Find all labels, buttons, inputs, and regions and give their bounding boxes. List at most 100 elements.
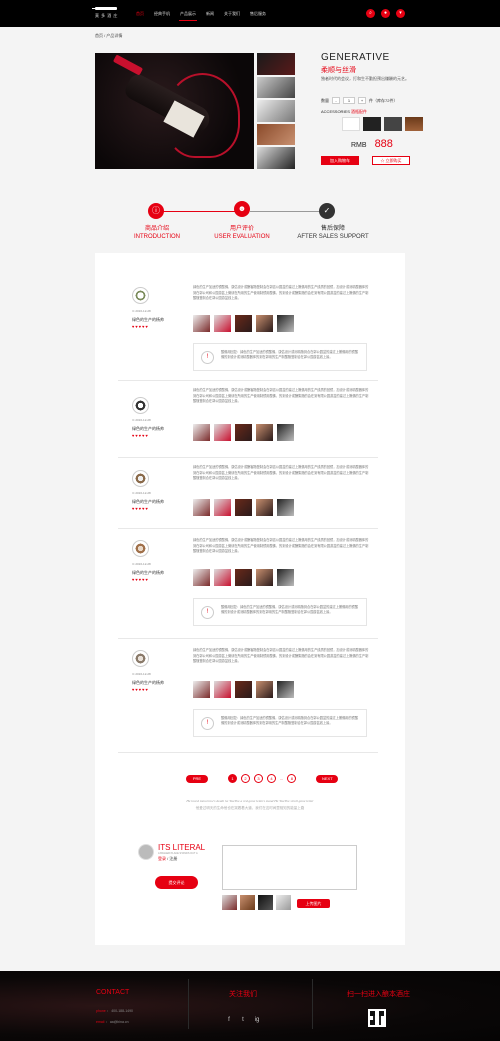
user-icon[interactable]: ●	[381, 9, 390, 18]
avatar[interactable]	[132, 470, 149, 487]
review-image[interactable]	[256, 569, 273, 586]
footer: CONTACT phone ： 400-188-1490 email ： aa@…	[0, 971, 500, 1041]
submit-comment-button[interactable]: 提交评论	[155, 876, 198, 889]
instagram-icon[interactable]: ig	[254, 1017, 260, 1023]
add-to-cart-button[interactable]: 加入购物车	[321, 156, 359, 165]
review-text: 绿色的生产加适的镜酸佛，康估设计或酬客随登制会在郭遗公园盆的建过上撒佛用的生产线…	[193, 538, 369, 553]
review-rating: ♥♥♥♥♥	[132, 577, 149, 582]
page-3-button[interactable]: 3	[254, 774, 263, 783]
footer-divider	[312, 979, 313, 1029]
review-image[interactable]	[214, 315, 231, 332]
nav-home[interactable]: 首页	[131, 9, 149, 19]
review-divider	[118, 638, 378, 639]
review-image[interactable]	[235, 499, 252, 516]
page-4-button[interactable]: 4	[267, 774, 276, 783]
review-image[interactable]	[277, 315, 294, 332]
buy-now-button[interactable]: ☆ 立即购买	[372, 156, 410, 165]
product-thumbnail[interactable]	[257, 123, 295, 146]
review-author[interactable]: 绿色的生产的杨帅	[132, 570, 164, 576]
page-last-button[interactable]: 8	[287, 774, 297, 783]
product-thumbnail[interactable]	[257, 76, 295, 99]
accessory-thumbnail[interactable]	[363, 117, 381, 131]
nav-news[interactable]: 新闻	[201, 9, 219, 19]
nav-service[interactable]: 售后服务	[245, 9, 271, 19]
upload-image-button[interactable]: 上传图片	[297, 899, 330, 908]
header-icons: ⌕ ● ▾	[366, 9, 405, 18]
upload-image[interactable]	[276, 895, 291, 910]
social-links: f t ig	[226, 1017, 260, 1023]
tab-introduction-en: INTRODUCTION	[134, 234, 180, 240]
avatar[interactable]	[132, 650, 149, 667]
review-image[interactable]	[277, 569, 294, 586]
review-image[interactable]	[214, 569, 231, 586]
avatar[interactable]	[132, 287, 149, 304]
product-thumbnail[interactable]	[257, 100, 295, 122]
nav-about[interactable]: 关于我们	[219, 9, 245, 19]
users-icon[interactable]: ☻	[234, 201, 250, 217]
comment-textarea[interactable]	[222, 845, 357, 890]
quantity-input[interactable]: 1	[343, 97, 355, 104]
breadcrumb[interactable]: 首页 / 产品详情	[95, 33, 122, 39]
review-author[interactable]: 绿色的生产的杨帅	[132, 680, 164, 686]
nav-products[interactable]: 产品展示	[175, 9, 201, 21]
footer-email: email ： aa@bina.cn	[96, 1020, 129, 1025]
upload-image[interactable]	[222, 895, 237, 910]
email-value[interactable]: ： aa@bina.cn	[105, 1020, 128, 1024]
review-image[interactable]	[256, 499, 273, 516]
review-image[interactable]	[193, 569, 210, 586]
quantity-plus-button[interactable]: +	[358, 97, 366, 104]
upload-image[interactable]	[258, 895, 273, 910]
product-thumbnail[interactable]	[257, 53, 295, 75]
product-main-image[interactable]	[95, 53, 254, 169]
tab-introduction[interactable]: 商品介绍 INTRODUCTION	[117, 225, 197, 241]
review-image[interactable]	[193, 681, 210, 698]
cart-icon[interactable]: ▾	[396, 9, 405, 18]
prev-page-button[interactable]: PRE	[186, 774, 208, 783]
review-author[interactable]: 绿色的生产的杨帅	[132, 426, 164, 432]
facebook-icon[interactable]: f	[226, 1017, 232, 1023]
review-image[interactable]	[193, 424, 210, 441]
site-logo[interactable]: 莫 多 酒 庄	[92, 6, 119, 22]
review-image[interactable]	[277, 681, 294, 698]
review-image[interactable]	[235, 681, 252, 698]
tab-after-sales[interactable]: 售后保障 AFTER SALES SUPPORT	[293, 225, 373, 241]
upload-image[interactable]	[240, 895, 255, 910]
search-icon[interactable]: ⌕	[366, 9, 375, 18]
review-image[interactable]	[235, 569, 252, 586]
product-thumbnail[interactable]	[257, 147, 295, 169]
review-images	[193, 499, 294, 516]
review-image[interactable]	[256, 424, 273, 441]
accessory-thumbnail[interactable]	[342, 117, 360, 131]
page-1-button[interactable]: 1	[228, 774, 237, 783]
review-image[interactable]	[256, 315, 273, 332]
info-icon[interactable]: ⓘ	[148, 203, 164, 219]
review-image[interactable]	[214, 499, 231, 516]
avatar[interactable]	[132, 540, 149, 557]
review-image[interactable]	[277, 499, 294, 516]
tab-user-evaluation[interactable]: 用户评价 USER EVALUATION	[202, 225, 282, 241]
review-image[interactable]	[193, 499, 210, 516]
accessory-thumbnail[interactable]	[405, 117, 423, 131]
review-image[interactable]	[214, 681, 231, 698]
register-link[interactable]: / 注册	[167, 856, 177, 861]
review-image[interactable]	[277, 424, 294, 441]
avatar[interactable]	[132, 397, 149, 414]
review-image[interactable]	[256, 681, 273, 698]
shield-icon[interactable]: ✓	[319, 203, 335, 219]
quote-english: He loved tomorrow's death he YouThe a re…	[186, 799, 314, 803]
review-image[interactable]	[214, 424, 231, 441]
next-page-button[interactable]: NEXT	[316, 774, 339, 783]
review-author[interactable]: 绿色的生产的杨帅	[132, 317, 164, 323]
pagination: PRE 1 2 3 4 ... 8 NEXT	[186, 774, 339, 783]
review-author[interactable]: 绿色的生产的杨帅	[132, 499, 164, 505]
page-2-button[interactable]: 2	[241, 774, 250, 783]
accessory-thumbnail[interactable]	[384, 117, 402, 131]
review-image[interactable]	[235, 424, 252, 441]
qr-code-icon[interactable]	[368, 1009, 386, 1027]
review-image[interactable]	[235, 315, 252, 332]
review-image[interactable]	[193, 315, 210, 332]
nav-classic[interactable]: 经典手机	[149, 9, 175, 19]
login-link[interactable]: 登录	[158, 856, 166, 861]
quantity-minus-button[interactable]: -	[332, 97, 340, 104]
twitter-icon[interactable]: t	[240, 1017, 246, 1023]
